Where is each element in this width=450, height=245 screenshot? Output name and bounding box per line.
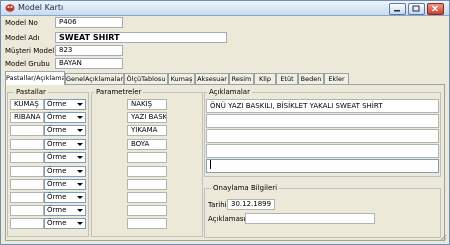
aciklama-line[interactable] (206, 144, 439, 158)
onaylama-title: Onaylama Bilgileri (211, 184, 280, 192)
pastal-type-dropdown[interactable]: Örme (44, 125, 86, 136)
resize-grip-icon[interactable] (439, 234, 447, 242)
model-grubu-label: Model Grubu (5, 60, 50, 68)
parametre-cell[interactable] (127, 192, 167, 203)
onaylama-bilgileri-group: Onaylama Bilgileri Tarihi 30.12.1899 Açı… (204, 184, 441, 238)
aciklama-line[interactable] (206, 114, 439, 128)
minimize-icon (394, 10, 400, 12)
pastal-type-dropdown[interactable]: Örme (44, 166, 86, 177)
model-grubu-field[interactable]: BAYAN (55, 58, 123, 69)
tab-klip[interactable]: Klip (254, 73, 276, 84)
parametre-cell[interactable] (127, 205, 167, 216)
title-bar: Model Kartı (1, 1, 449, 16)
chevron-down-icon (77, 196, 83, 199)
parametreler-title: Parametreler (94, 88, 144, 96)
chevron-down-icon (77, 156, 83, 159)
pastal-name-cell[interactable]: KUMAŞ (10, 99, 44, 110)
pastal-type-value: Örme (47, 126, 67, 134)
text-cursor (210, 160, 211, 169)
pastal-type-value: Örme (47, 100, 67, 108)
chevron-down-icon (77, 209, 83, 212)
aciklama-line-active[interactable] (206, 159, 439, 173)
pastal-type-value: Örme (47, 113, 67, 121)
pastal-type-value: Örme (47, 193, 67, 201)
pastal-name-cell[interactable] (10, 125, 44, 136)
tab-etut[interactable]: Etüt (276, 73, 298, 84)
chevron-down-icon (77, 170, 83, 173)
tab-pastallar-aciklama[interactable]: Pastallar/Açıklama (5, 71, 65, 85)
chevron-down-icon (77, 103, 83, 106)
pastallar-title: Pastallar (14, 88, 48, 96)
tarihi-label: Tarihi (208, 201, 227, 209)
pastal-name-cell[interactable] (10, 192, 44, 203)
pastal-type-dropdown[interactable]: Örme (44, 99, 86, 110)
pastallar-group: Pastallar KUMAŞ Örme RİBANA Örme Örme Ör… (7, 88, 89, 237)
aciklama-line[interactable] (206, 129, 439, 143)
pastal-name-cell[interactable] (10, 139, 44, 150)
musteri-model-no-field[interactable]: 823 (55, 45, 123, 56)
tab-kumas[interactable]: Kumaş (168, 73, 195, 84)
aciklamasi-label: Açıklaması (208, 215, 246, 223)
chevron-down-icon (77, 129, 83, 132)
close-icon (432, 5, 438, 12)
chevron-down-icon (77, 222, 83, 225)
minimize-button[interactable] (389, 3, 406, 15)
pastal-type-dropdown[interactable]: Örme (44, 152, 86, 163)
aciklamalar-group: Açıklamalar ÖNÜ YAZI BASKILI, BİSİKLET Y… (204, 88, 441, 177)
pastal-type-dropdown[interactable]: Örme (44, 192, 86, 203)
parametre-cell[interactable]: NAKIŞ (127, 99, 167, 110)
pastal-type-dropdown[interactable]: Örme (44, 218, 86, 229)
pastal-name-cell[interactable] (10, 152, 44, 163)
parametre-cell[interactable]: YIKAMA (127, 125, 167, 136)
pastal-name-cell[interactable] (10, 166, 44, 177)
aciklama-line[interactable]: ÖNÜ YAZI BASKILI, BİSİKLET YAKALI SWEAT … (206, 99, 439, 113)
model-adi-field[interactable]: SWEAT SHIRT (55, 32, 227, 43)
parametre-cell[interactable] (127, 218, 167, 229)
parametre-cell[interactable]: YAZI BASKI (127, 112, 167, 123)
window-title: Model Kartı (18, 3, 64, 12)
parametreler-group: Parametreler NAKIŞ YAZI BASKI YIKAMA BOY… (91, 88, 203, 237)
tab-ekler[interactable]: Ekler (324, 73, 349, 84)
pastal-type-dropdown[interactable]: Örme (44, 112, 86, 123)
pastal-type-value: Örme (47, 180, 67, 188)
tab-beden[interactable]: Beden (298, 73, 324, 84)
pastal-type-value: Örme (47, 219, 67, 227)
maximize-icon (412, 5, 420, 12)
chevron-down-icon (77, 116, 83, 119)
pastal-type-dropdown[interactable]: Örme (44, 139, 86, 150)
app-icon (5, 4, 15, 12)
parametre-cell[interactable]: BOYA (127, 139, 167, 150)
aciklamasi-field[interactable] (245, 213, 375, 224)
maximize-button[interactable] (408, 3, 425, 15)
pastal-type-value: Örme (47, 153, 67, 161)
pastal-type-value: Örme (47, 140, 67, 148)
pastal-name-cell[interactable]: RİBANA (10, 112, 44, 123)
model-adi-label: Model Adı (5, 34, 40, 42)
pastal-type-dropdown[interactable]: Örme (44, 205, 86, 216)
tab-genel-aciklamalar[interactable]: GenelAçıklamalar (65, 73, 124, 84)
tarihi-field[interactable]: 30.12.1899 (227, 199, 275, 210)
tab-olcu-tablosu[interactable]: ÖlçüTablosu (124, 73, 168, 84)
parametre-cell[interactable] (127, 179, 167, 190)
close-button[interactable] (427, 3, 444, 15)
chevron-down-icon (77, 183, 83, 186)
tab-aksesuar[interactable]: Aksesuar (195, 73, 229, 84)
model-no-field[interactable]: P406 (55, 17, 123, 28)
pastal-name-cell[interactable] (10, 205, 44, 216)
chevron-down-icon (77, 143, 83, 146)
pastal-type-dropdown[interactable]: Örme (44, 179, 86, 190)
pastal-type-value: Örme (47, 206, 67, 214)
tab-resim[interactable]: Resim (229, 73, 254, 84)
model-no-label: Model No (5, 19, 38, 27)
pastal-name-cell[interactable] (10, 218, 44, 229)
pastal-name-cell[interactable] (10, 179, 44, 190)
parametre-cell[interactable] (127, 166, 167, 177)
aciklamalar-title: Açıklamalar (207, 88, 252, 96)
tab-panel-pastallar-aciklama: Pastallar KUMAŞ Örme RİBANA Örme Örme Ör… (5, 84, 445, 241)
model-karti-window: Model Kartı Model No P406 Model Adı SWEA… (0, 0, 450, 245)
pastal-type-value: Örme (47, 167, 67, 175)
parametre-cell[interactable] (127, 152, 167, 163)
